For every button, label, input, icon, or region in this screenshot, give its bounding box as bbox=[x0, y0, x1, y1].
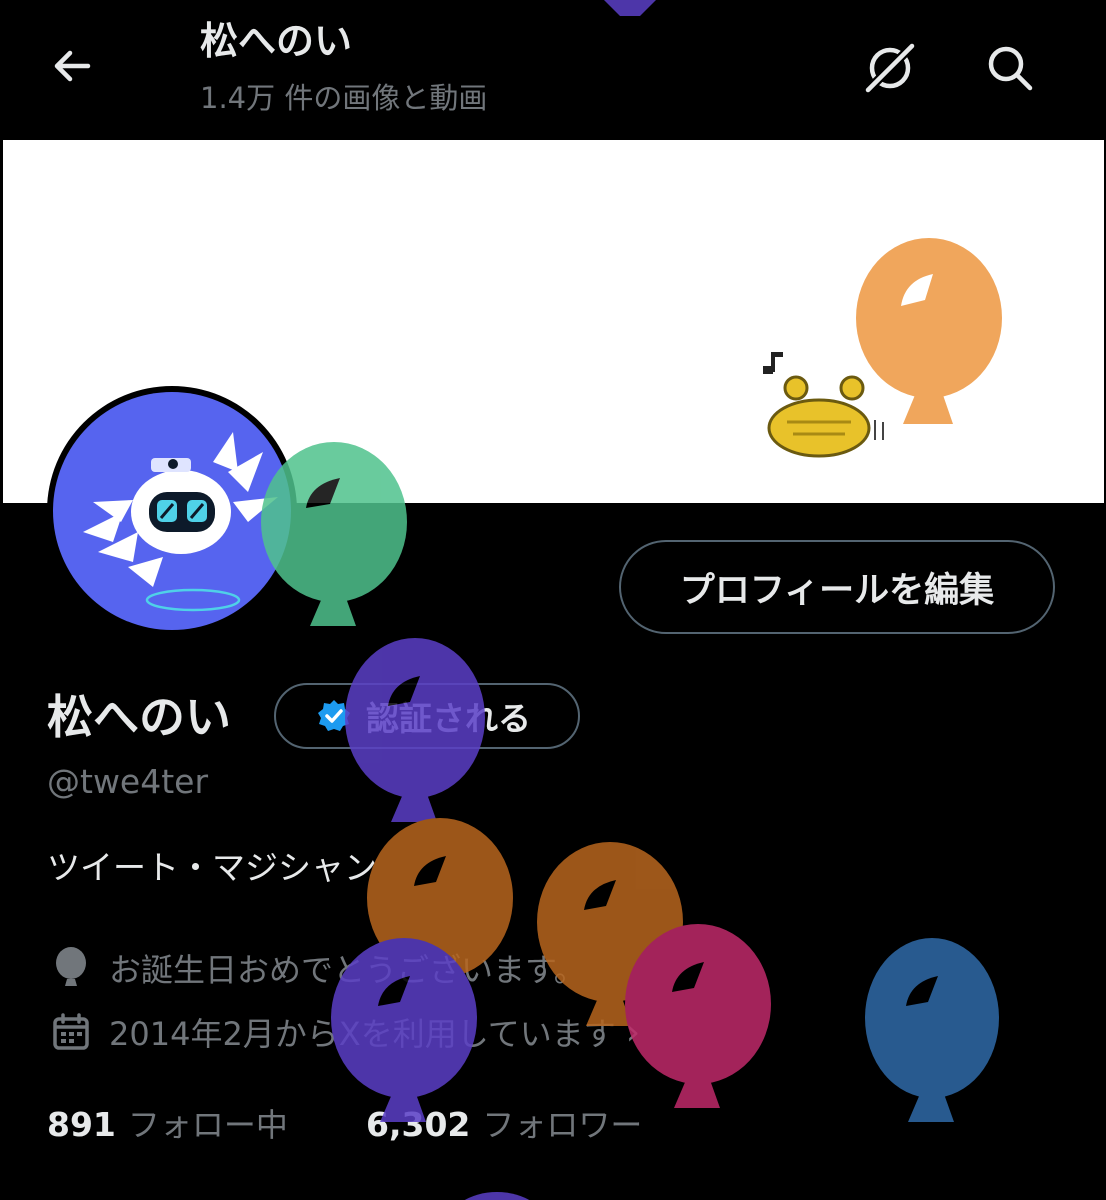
pixel-creature-icon bbox=[767, 375, 884, 458]
joined-date: 2014年2月からXを利用しています bbox=[109, 1015, 616, 1053]
balloon-icon bbox=[865, 938, 999, 1122]
back-button[interactable] bbox=[44, 38, 100, 94]
header-subtitle: 1.4万 件の画像と動画 bbox=[200, 81, 488, 115]
balloon-icon bbox=[464, 1192, 530, 1200]
following-count: 891 bbox=[47, 1105, 116, 1144]
verified-badge-icon bbox=[318, 700, 350, 731]
location-row: お誕生日おめでとうございます。 bbox=[47, 944, 586, 992]
edit-profile-button[interactable]: プロフィールを編集 bbox=[619, 540, 1055, 634]
balloon-location-icon bbox=[47, 944, 95, 992]
following-link[interactable]: 891 フォロー中 bbox=[47, 1100, 288, 1146]
chevron-right-icon: › bbox=[625, 1011, 641, 1053]
display-name: 松へのい bbox=[47, 690, 231, 744]
search-button[interactable] bbox=[980, 38, 1040, 98]
grok-button[interactable] bbox=[860, 38, 920, 98]
profile-location: お誕生日おめでとうございます。 bbox=[109, 951, 586, 989]
followers-count: 6,302 bbox=[366, 1105, 471, 1144]
avatar-image bbox=[53, 392, 291, 630]
profile-bio: ツイート・マジシャン bbox=[47, 848, 377, 887]
balloon-icon bbox=[537, 842, 683, 1026]
top-bar: 松へのい 1.4万 件の画像と動画 bbox=[0, 0, 1106, 138]
arrow-left-icon bbox=[54, 50, 91, 82]
get-verified-button[interactable]: 認証される bbox=[274, 683, 580, 749]
balloon-icon bbox=[856, 238, 1002, 424]
music-note-icon bbox=[763, 352, 783, 374]
followers-label: フォロワー bbox=[482, 1106, 643, 1144]
search-icon bbox=[988, 46, 1033, 91]
followers-link[interactable]: 6,302 フォロワー bbox=[366, 1100, 642, 1146]
header-title: 松へのい bbox=[200, 19, 353, 63]
following-label: フォロー中 bbox=[127, 1106, 288, 1144]
grok-icon bbox=[863, 41, 917, 95]
joined-row[interactable]: 2014年2月からXを利用しています › bbox=[47, 1008, 640, 1056]
robot-avatar-icon bbox=[83, 432, 278, 612]
avatar[interactable] bbox=[47, 386, 297, 636]
balloon-icon bbox=[625, 924, 771, 1108]
calendar-icon bbox=[47, 1008, 95, 1056]
get-verified-label: 認証される bbox=[366, 699, 531, 738]
user-handle: @twe4ter bbox=[47, 762, 209, 801]
